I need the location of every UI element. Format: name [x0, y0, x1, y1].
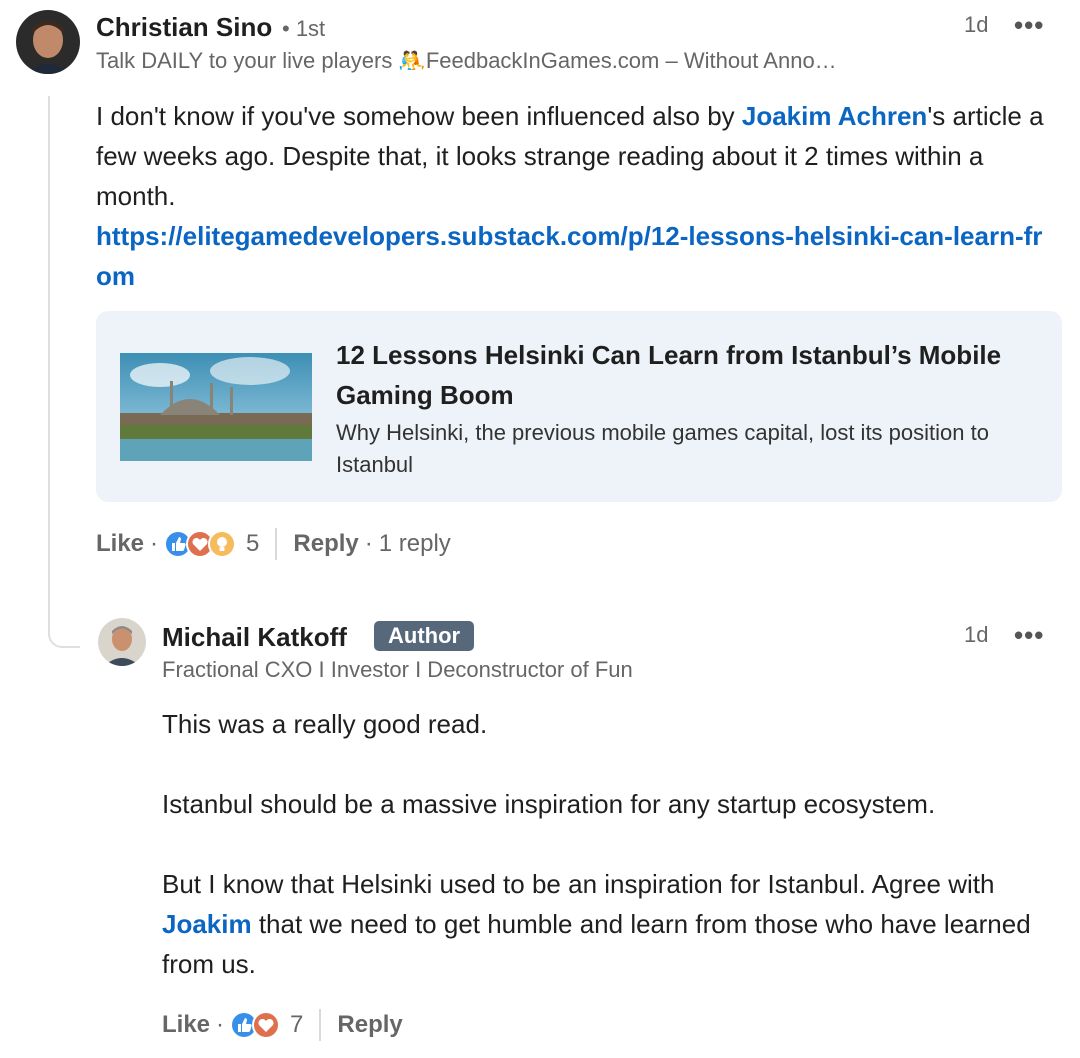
reply-reply-button[interactable]: Reply [337, 1011, 402, 1039]
link-preview-card[interactable]: 12 Lessons Helsinki Can Learn from Istan… [96, 311, 1062, 502]
mention-joakim[interactable]: Joakim [162, 909, 252, 939]
reply-paragraph-3-part2: that we need to get humble and learn fro… [162, 909, 1031, 979]
reply-paragraph-3-part1: But I know that Helsinki used to be an i… [162, 869, 995, 899]
reply-text: This was a really good read. Istanbul sh… [162, 704, 1052, 984]
christian-avatar[interactable] [16, 10, 80, 74]
separator-dot: · [150, 530, 159, 557]
comment-author-name[interactable]: Christian Sino [96, 12, 272, 43]
insightful-reaction-icon [208, 530, 237, 558]
reaction-count[interactable]: 5 [246, 530, 259, 558]
love-reaction-icon [252, 1011, 281, 1039]
comment-text: I don't know if you've somehow been infl… [96, 96, 1056, 296]
thread-connector-line [48, 96, 80, 648]
replies-count-link[interactable]: 1 reply [379, 530, 451, 558]
separator-dot: · [216, 1011, 225, 1038]
reply-author-headline: Fractional CXO I Investor I Deconstructo… [162, 657, 633, 682]
reaction-icons[interactable] [164, 530, 237, 558]
comment-timestamp: 1d [964, 12, 989, 37]
reply-paragraph-3: But I know that Helsinki used to be an i… [162, 864, 1052, 984]
reply-reaction-icons[interactable] [230, 1011, 281, 1039]
reply-timestamp: 1d [964, 622, 989, 647]
reply-paragraph-1: This was a really good read. [162, 709, 488, 739]
author-badge: Author [374, 621, 475, 651]
comment-actions: Like · 5 Reply · 1 reply [96, 526, 451, 562]
action-divider [319, 1009, 322, 1041]
reply-paragraph-2: Istanbul should be a massive inspiration… [162, 789, 936, 819]
reply-button[interactable]: Reply [293, 530, 358, 558]
reply-author-name[interactable]: Michail Katkoff [162, 622, 347, 653]
reply-like-button[interactable]: Like [162, 1011, 210, 1039]
action-divider [275, 528, 278, 560]
reply-more-options-button[interactable]: ••• [1014, 620, 1044, 651]
comment-text-part1: I don't know if you've somehow been infl… [96, 101, 742, 131]
comment-more-options-button[interactable]: ••• [1014, 10, 1044, 41]
preview-title[interactable]: 12 Lessons Helsinki Can Learn from Istan… [336, 335, 1016, 415]
reply-actions: Like · 7 Reply [162, 1007, 403, 1043]
reply-reaction-count[interactable]: 7 [290, 1011, 303, 1039]
separator-dot: · [364, 530, 373, 557]
connection-degree: • 1st [282, 16, 326, 41]
mention-joakim-achren[interactable]: Joakim Achren [742, 101, 927, 131]
like-button[interactable]: Like [96, 530, 144, 558]
michail-avatar[interactable] [98, 618, 146, 666]
article-link[interactable]: https://elitegamedevelopers.substack.com… [96, 221, 1042, 291]
comment-author-headline: Talk DAILY to your live players 🤼Feedbac… [96, 48, 837, 73]
preview-thumbnail [120, 353, 312, 461]
preview-subtitle: Why Helsinki, the previous mobile games … [336, 420, 989, 477]
